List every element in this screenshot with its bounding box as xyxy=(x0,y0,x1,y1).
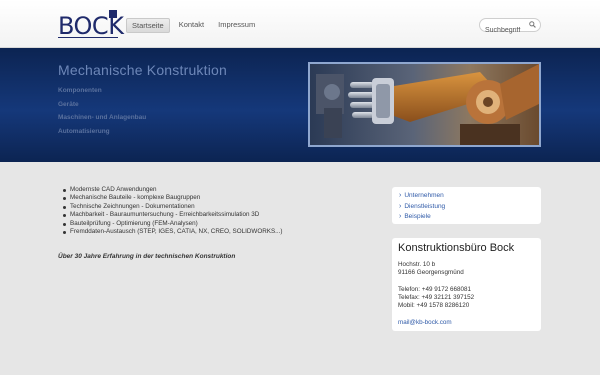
sidebar-item-label: Beispiele xyxy=(404,213,431,220)
experience-tagline: Über 30 Jahre Erfahrung in der technisch… xyxy=(58,253,236,260)
chevron-right-icon: › xyxy=(399,192,402,199)
contact-card: Konstruktionsbüro Bock Hochstr. 10 b 911… xyxy=(392,238,541,331)
search-box xyxy=(479,18,541,37)
sidebar-item-beispiele[interactable]: › Beispiele xyxy=(399,212,541,223)
sidebar-item-dienstleistung[interactable]: › Dienstleistung xyxy=(399,202,541,213)
banner-link-maschinenbau[interactable]: Maschinen- und Anlagenbau xyxy=(58,111,146,125)
logo-square-mark xyxy=(109,10,117,18)
list-item: Fremddaten-Austausch (STEP, IGES, CATIA,… xyxy=(62,228,283,236)
list-item: Technische Zeichnungen - Dokumentationen xyxy=(62,203,283,211)
chevron-right-icon: › xyxy=(399,202,402,210)
list-item: Bauteilprüfung - Optimierung (FEM-Analys… xyxy=(62,220,283,228)
service-feature-list: Modernste CAD Anwendungen Mechanische Ba… xyxy=(62,186,283,236)
logo-underline xyxy=(58,37,118,38)
robot-arm-image xyxy=(308,62,541,147)
contact-mobile: Mobil: +49 1578 8286120 xyxy=(398,302,470,310)
hero-banner: Mechanische Konstruktion Komponenten Ger… xyxy=(0,48,600,162)
list-item: Modernste CAD Anwendungen xyxy=(62,186,283,194)
sidebar-link-box: › Unternehmen › Dienstleistung › Beispie… xyxy=(392,187,541,224)
contact-city: 91166 Georgensgmünd xyxy=(398,269,464,277)
banner-link-automatisierung[interactable]: Automatisierung xyxy=(58,125,146,139)
contact-title: Konstruktionsbüro Bock xyxy=(398,242,515,254)
search-input[interactable] xyxy=(480,24,528,37)
contact-fax: Telefax: +49 32121 397152 xyxy=(398,294,475,302)
banner-link-list: Komponenten Geräte Maschinen- und Anlage… xyxy=(58,84,146,138)
banner-link-komponenten[interactable]: Komponenten xyxy=(58,84,146,98)
company-logo[interactable]: BOCK xyxy=(58,9,124,39)
contact-email-link[interactable]: mail@kb-bock.com xyxy=(398,319,541,327)
nav-startseite[interactable]: Startseite xyxy=(126,18,170,33)
site-header: BOCK Startseite Kontakt Impressum xyxy=(0,0,600,48)
list-item: Mechanische Bauteile - komplexe Baugrupp… xyxy=(62,194,283,202)
contact-phone: Telefon: +49 9172 668081 xyxy=(398,285,472,293)
sidebar-item-unternehmen[interactable]: › Unternehmen xyxy=(399,191,541,202)
banner-title: Mechanische Konstruktion xyxy=(58,62,227,78)
contact-street: Hochstr. 10 b xyxy=(398,261,436,268)
banner-link-geraete[interactable]: Geräte xyxy=(58,98,146,112)
nav-impressum[interactable]: Impressum xyxy=(213,18,260,33)
nav-kontakt[interactable]: Kontakt xyxy=(174,18,209,33)
search-icon[interactable] xyxy=(529,21,536,30)
chevron-right-icon: › xyxy=(399,213,402,220)
main-navigation: Startseite Kontakt Impressum xyxy=(126,18,260,33)
list-item: Machbarkeit - Bauraumuntersuchung - Erre… xyxy=(62,211,283,219)
sidebar-item-label: Dienstleistung xyxy=(404,202,446,210)
sidebar-item-label: Unternehmen xyxy=(404,192,444,199)
